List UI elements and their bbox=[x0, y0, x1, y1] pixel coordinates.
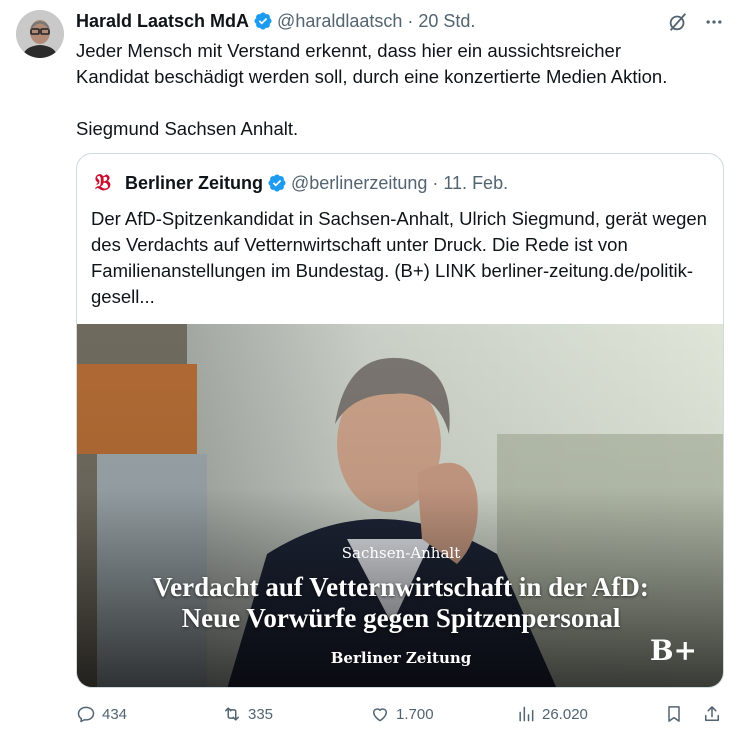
author-handle[interactable]: @haraldlaatsch bbox=[277, 11, 402, 32]
berliner-zeitung-logo-icon: 𝔅 bbox=[95, 170, 111, 196]
image-headline-line-2: Neue Vorwürfe gegen Spitzenpersonal bbox=[181, 603, 621, 633]
reply-icon bbox=[77, 706, 95, 723]
quoted-post-text: Der AfD-Spitzenkandidat in Sachsen-Anhal… bbox=[91, 208, 707, 307]
quoted-post-header: 𝔅 Berliner Zeitung @berlinerzeitung · 11… bbox=[95, 172, 508, 194]
post-time[interactable]: 20 Std. bbox=[418, 11, 475, 32]
image-brand-wordmark: Berliner Zeitung bbox=[330, 649, 472, 667]
separator-dot: · bbox=[432, 172, 439, 193]
post-top-icons bbox=[666, 10, 726, 34]
bookmark-button[interactable] bbox=[664, 704, 684, 724]
author-avatar[interactable] bbox=[16, 10, 64, 58]
more-icon[interactable] bbox=[702, 10, 726, 34]
image-plus-badge: B+ bbox=[649, 634, 697, 667]
post-actions: 434 335 1.700 26.020 bbox=[76, 704, 726, 728]
quoted-post-time[interactable]: 11. Feb. bbox=[443, 173, 508, 194]
verified-badge-icon[interactable] bbox=[267, 173, 287, 193]
bookmark-icon bbox=[668, 706, 680, 722]
like-button[interactable]: 1.700 bbox=[370, 704, 434, 724]
post-header: Harald Laatsch MdA @haraldlaatsch · 20 S… bbox=[76, 8, 726, 34]
quoted-post-image[interactable]: Sachsen-Anhalt Verdacht auf Vetternwirts… bbox=[77, 324, 723, 687]
repost-count: 335 bbox=[248, 705, 274, 723]
avatar-photo bbox=[16, 10, 64, 58]
views-icon bbox=[519, 706, 534, 722]
verified-badge-icon[interactable] bbox=[253, 11, 273, 31]
author-name[interactable]: Harald Laatsch MdA bbox=[76, 11, 249, 32]
reply-count: 434 bbox=[102, 705, 128, 723]
repost-button[interactable]: 335 bbox=[222, 704, 273, 724]
reply-button[interactable]: 434 bbox=[76, 704, 127, 724]
image-kicker: Sachsen-Anhalt bbox=[341, 544, 461, 562]
quoted-author-handle[interactable]: @berlinerzeitung bbox=[291, 173, 427, 194]
image-headline-line-1: Verdacht auf Vetternwirtschaft in der Af… bbox=[153, 572, 649, 602]
separator-dot: · bbox=[407, 10, 414, 31]
like-count: 1.700 bbox=[396, 705, 434, 723]
share-button[interactable] bbox=[702, 704, 722, 724]
view-count: 26.020 bbox=[542, 705, 588, 723]
like-icon bbox=[373, 708, 387, 722]
grok-icon[interactable] bbox=[666, 10, 690, 34]
repost-icon bbox=[225, 707, 239, 721]
quoted-author-name[interactable]: Berliner Zeitung bbox=[125, 173, 263, 194]
views-button[interactable]: 26.020 bbox=[516, 704, 588, 724]
quoted-post[interactable]: 𝔅 Berliner Zeitung @berlinerzeitung · 11… bbox=[76, 153, 724, 688]
image-headline: Verdacht auf Vetternwirtschaft in der Af… bbox=[77, 572, 723, 634]
post-text: Jeder Mensch mit Verstand erkennt, dass … bbox=[76, 40, 668, 139]
share-icon bbox=[705, 706, 719, 721]
post-content: Harald Laatsch MdA @haraldlaatsch · 20 S… bbox=[76, 8, 726, 142]
